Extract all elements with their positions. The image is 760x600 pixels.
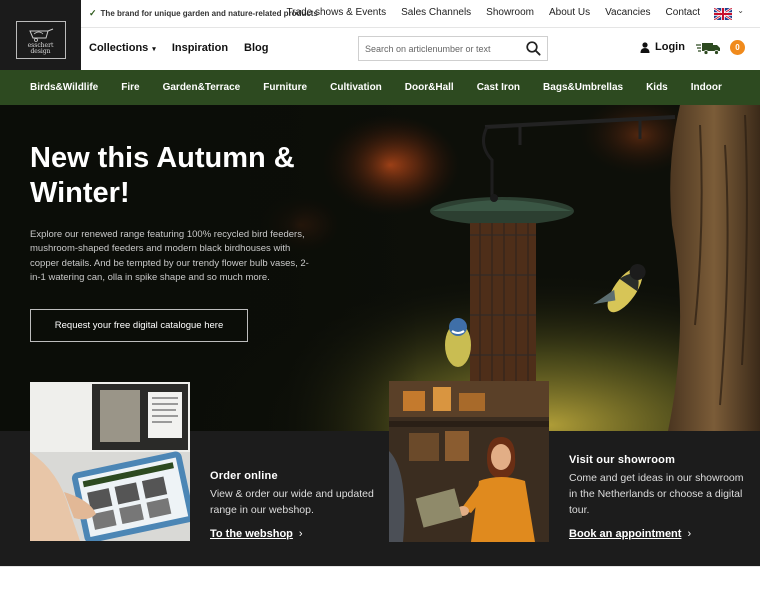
nav-collections[interactable]: Collections ▾ <box>89 42 156 54</box>
category-furniture[interactable]: Furniture <box>263 82 307 93</box>
nav-inspiration[interactable]: Inspiration <box>172 42 228 54</box>
webshop-link[interactable]: To the webshop › <box>210 528 303 540</box>
order-online-title: Order online <box>210 470 278 482</box>
showroom-block: Visit our showroom Come and get ideas in… <box>569 454 744 542</box>
category-fire[interactable]: Fire <box>121 82 139 93</box>
tablet-photo <box>30 382 190 541</box>
hero-title: New this Autumn & Winter! <box>30 142 295 209</box>
chevron-right-icon: › <box>687 528 692 540</box>
category-door-hall[interactable]: Door&Hall <box>405 82 454 93</box>
logo[interactable]: esschert design <box>0 0 81 80</box>
nav-blog[interactable]: Blog <box>244 42 268 54</box>
category-birds-wildlife[interactable]: Birds&Wildlife <box>30 82 98 93</box>
request-catalogue-button[interactable]: Request your free digital catalogue here <box>30 309 248 342</box>
toplink-contact[interactable]: Contact <box>666 7 700 18</box>
top-links: Trade shows & Events Sales Channels Show… <box>286 7 700 18</box>
category-garden-terrace[interactable]: Garden&Terrace <box>163 82 241 93</box>
toplink-trade-shows[interactable]: Trade shows & Events <box>286 7 386 18</box>
top-bar: ✓ The brand for unique garden and nature… <box>81 0 760 28</box>
uk-flag-icon[interactable] <box>714 8 732 20</box>
cart-button[interactable]: 0 <box>696 40 745 55</box>
category-kids[interactable]: Kids <box>646 82 668 93</box>
tagline: ✓ The brand for unique garden and nature… <box>89 8 318 19</box>
search-icon[interactable] <box>526 41 541 56</box>
showroom-image <box>389 381 549 542</box>
login-button[interactable]: Login <box>640 41 685 53</box>
order-online-image <box>30 382 190 541</box>
cart-count-badge: 0 <box>730 40 745 55</box>
main-nav: Collections ▾ Inspiration Blog <box>89 42 269 54</box>
toplink-showroom[interactable]: Showroom <box>486 7 534 18</box>
book-appointment-link[interactable]: Book an appointment › <box>569 528 691 540</box>
showroom-photo <box>389 381 549 542</box>
chevron-down-icon[interactable]: ⌄ <box>737 6 744 15</box>
toplink-about-us[interactable]: About Us <box>549 7 590 18</box>
nav-collections-label: Collections <box>89 42 149 54</box>
toplink-vacancies[interactable]: Vacancies <box>605 7 650 18</box>
category-cast-iron[interactable]: Cast Iron <box>477 82 520 93</box>
order-online-text: View & order our wide and updated range … <box>210 488 374 516</box>
main-bar: Collections▾ Inspiration Blog Login 0 <box>81 28 760 69</box>
book-appointment-label: Book an appointment <box>569 528 682 540</box>
tagline-text: The brand for unique garden and nature-r… <box>100 9 318 18</box>
user-icon <box>640 41 650 53</box>
category-cultivation[interactable]: Cultivation <box>330 82 382 93</box>
showroom-title: Visit our showroom <box>569 454 676 466</box>
category-nav: Birds&Wildlife Fire Garden&Terrace Furni… <box>0 70 760 105</box>
category-indoor[interactable]: Indoor <box>691 82 722 93</box>
hero-description: Explore our renewed range featuring 100%… <box>30 229 309 284</box>
search-box <box>358 36 548 61</box>
category-bags-umbrellas[interactable]: Bags&Umbrellas <box>543 82 623 93</box>
page-below-fold <box>0 566 760 600</box>
logo-mark: esschert design <box>15 21 66 59</box>
logo-line-2: design <box>30 48 51 55</box>
toplink-sales-channels[interactable]: Sales Channels <box>401 7 471 18</box>
login-label: Login <box>655 41 685 53</box>
webshop-link-label: To the webshop <box>210 528 293 540</box>
logo-wheelbarrow-icon <box>28 28 53 42</box>
search-input[interactable] <box>359 37 519 60</box>
check-icon: ✓ <box>89 8 97 18</box>
showroom-text: Come and get ideas in our showroom in th… <box>569 472 744 516</box>
order-online-block: Order online View & order our wide and u… <box>210 470 385 542</box>
chevron-down-icon: ▾ <box>152 46 156 53</box>
chevron-right-icon: › <box>298 528 303 540</box>
delivery-truck-icon <box>696 42 720 55</box>
